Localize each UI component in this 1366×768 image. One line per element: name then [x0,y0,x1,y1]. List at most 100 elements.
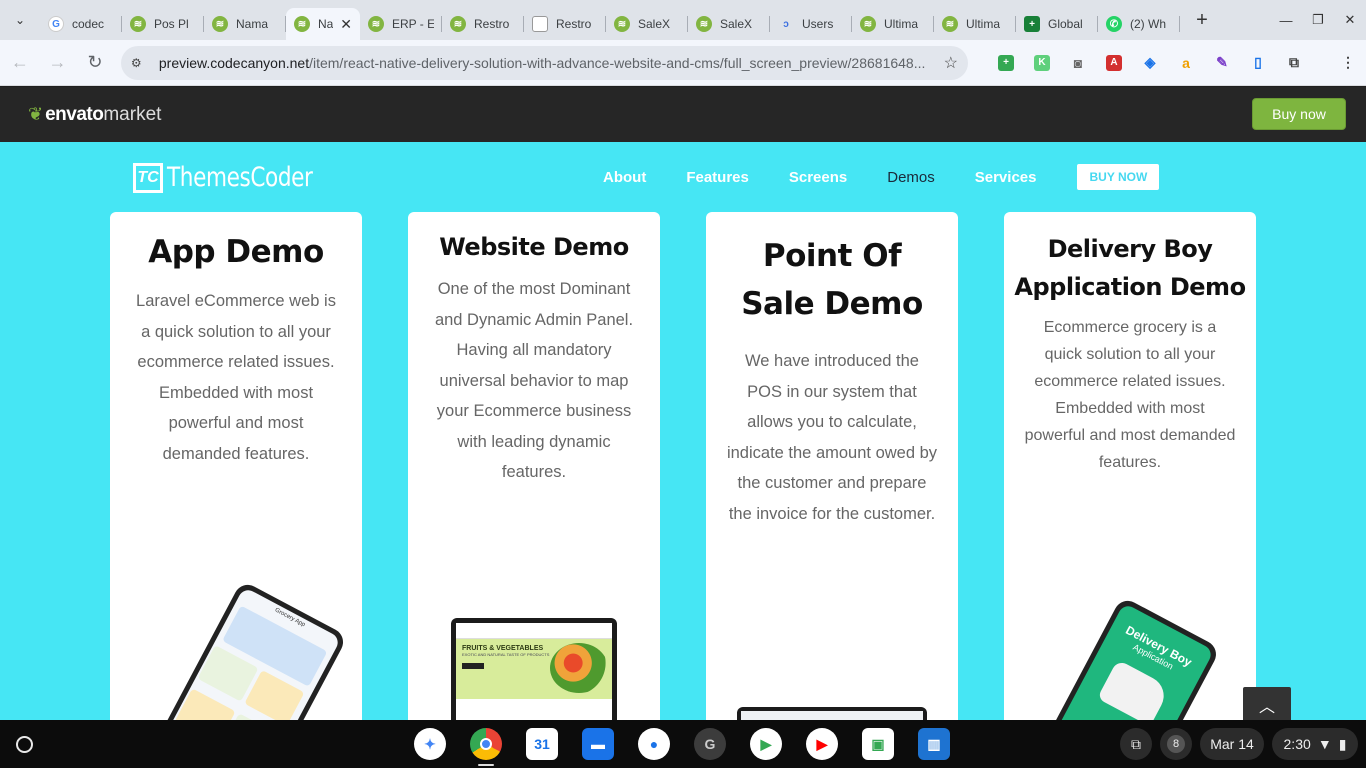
vegetables-image [550,643,608,693]
amazon-icon[interactable]: a [1168,48,1204,78]
date-display[interactable]: Mar 14 [1200,728,1264,760]
tabs: Gcodec ≋ Pos Pl ≋ Nama ≋ Na ✕ ≋ ERP - E ≋ Restro Res… [40,0,1180,40]
envato-logo[interactable]: ❦ envato market [28,104,161,126]
browser-tab[interactable]: ↄ Users [770,8,852,40]
card-title: Website Demo [439,233,629,261]
tab-title: Nama [236,17,269,31]
play-store-icon[interactable]: ▶ [750,728,782,760]
themescoder-mark-icon: TC [133,162,163,193]
url-path: /item/react-native-delivery-solution-wit… [309,54,926,71]
notification-badge[interactable]: 8 [1160,728,1192,760]
browser-tab[interactable]: ≋ SaleX [606,8,688,40]
scooter-image [1097,659,1171,720]
menu-screens[interactable]: Screens [789,169,847,186]
browser-tab[interactable]: Gcodec [40,8,122,40]
time-display: 2:30 [1283,736,1311,752]
tab-strip: ⌄ Gcodec ≋ Pos Pl ≋ Nama ≋ Na ✕ ≋ ERP - E ≋ Restro R… [0,0,1366,40]
clipboard-icon[interactable]: ▯ [1240,48,1276,78]
browser-tab[interactable]: ≋ ERP - E [360,8,442,40]
menu-features[interactable]: Features [686,169,749,186]
status-tray: ⧉ 8 Mar 14 2:30 ▼ ▮ [1120,728,1366,760]
preview-site: TC ThemesCoder About Features Screens De… [0,142,1366,720]
card-text: Laravel eCommerce web is a quick solutio… [136,292,336,463]
browser-tab[interactable]: ≋ Pos Pl [122,8,204,40]
tab-search-icon[interactable]: ⌄ [0,0,40,40]
maximize-icon[interactable]: ❐ [1302,0,1334,40]
launcher-button[interactable] [10,730,38,758]
minimize-icon[interactable]: — [1270,0,1302,40]
themescoder-logo[interactable]: TC ThemesCoder [133,162,349,193]
menu-services[interactable]: Services [975,169,1037,186]
tab-title: Ultima [884,17,919,31]
pen-icon[interactable]: ✎ [1204,48,1240,78]
url-text[interactable]: preview.codecanyon.net/item/react-native… [159,55,936,71]
tab-title: SaleX [638,17,671,31]
wifi-icon: ▼ [1317,736,1332,752]
shelf-apps: ✦ 31 ▬ ● G ▶ ▶ ▣ ▥ [414,728,974,766]
tab-title: Pos Pl [154,17,189,31]
meet-icon[interactable]: ▣ [862,728,894,760]
bookmark-star-icon[interactable]: ☆ [944,53,958,73]
tab-title: (2) Wh [1130,17,1166,31]
envato-favicon-icon: ≋ [696,16,712,32]
pos-laptop-image [737,707,927,720]
address-bar[interactable]: ⚙ preview.codecanyon.net/item/react-nati… [120,45,969,80]
envato-favicon-icon: ≋ [368,16,384,32]
gemini-icon[interactable]: ✦ [414,728,446,760]
browser-tab[interactable]: ≋ SaleX [688,8,770,40]
youtube-icon[interactable]: ▶ [806,728,838,760]
battery-icon: ▮ [1338,735,1347,752]
tab-title: Global [1048,17,1083,31]
tab-title: Restro [474,17,510,31]
browser-tab[interactable]: Restro [524,8,606,40]
envato-favicon-icon: ≋ [614,16,630,32]
card-title: Delivery Boy Application Demo [1014,235,1246,301]
tag-icon[interactable]: ◈ [1132,48,1168,78]
browser-tab[interactable]: + Global [1016,8,1098,40]
tab-title: Users [802,17,834,31]
camera-icon[interactable]: ◙ [1060,48,1096,78]
envato-leaf-icon: ❦ [28,104,44,124]
envato-buy-now-button[interactable]: Buy now [1252,98,1346,130]
os-shelf: ✦ 31 ▬ ● G ▶ ▶ ▣ ▥ ⧉ 8 Mar 14 2:30 ▼ ▮ [0,720,1366,768]
generic-favicon-icon [532,16,548,32]
browser-tab[interactable]: ≋ Ultima [852,8,934,40]
site-info-icon[interactable]: ⚙ [131,56,151,70]
close-window-icon[interactable]: ✕ [1334,0,1366,40]
new-tab-button[interactable]: + [1186,4,1218,36]
calendar-icon[interactable]: 31 [526,728,558,760]
site-buy-now-button[interactable]: BUY NOW [1077,164,1160,190]
messages-icon[interactable]: ● [638,728,670,760]
files-icon[interactable]: ▬ [582,728,614,760]
puzzle-icon[interactable]: ⧉ [1276,48,1312,78]
tab-close-icon[interactable]: ✕ [340,16,352,33]
whatsapp-favicon-icon: ✆ [1106,16,1122,32]
menu-about[interactable]: About [603,169,646,186]
tab-title: Ultima [966,17,1001,31]
browser-tab[interactable]: ≋ Ultima [934,8,1016,40]
notification-count: 8 [1167,735,1185,753]
back-button[interactable]: ← [2,45,38,81]
trello-icon[interactable]: ▥ [918,728,950,760]
envato-favicon-icon: ≋ [450,16,466,32]
card-pos-demo[interactable]: Point Of Sale Demo We have introduced th… [706,212,958,720]
browser-tab[interactable]: ≋ Nama [204,8,286,40]
browser-tab[interactable]: ≋ Restro [442,8,524,40]
reload-button[interactable]: ↻ [77,45,113,81]
browser-tab[interactable]: ≋ Na ✕ [286,8,360,40]
google-account-icon[interactable]: G [694,728,726,760]
extension-k-icon[interactable]: K [1024,48,1060,78]
menu-dots-icon[interactable]: ⋮ [1330,48,1366,78]
users-favicon-icon: ↄ [783,18,789,30]
pdf-icon[interactable]: A [1096,48,1132,78]
browser-tab[interactable]: ✆ (2) Wh [1098,8,1180,40]
system-tray[interactable]: 2:30 ▼ ▮ [1272,728,1358,760]
extension-icon[interactable]: + [988,48,1024,78]
envato-logo-main: envato [45,103,104,125]
screenshot-icon[interactable]: ⧉ [1120,728,1152,760]
chrome-icon[interactable] [470,728,502,766]
forward-button[interactable]: → [40,45,76,81]
menu-demos[interactable]: Demos [887,169,935,186]
card-title: Point Of Sale Demo [741,238,923,322]
scroll-to-top-button[interactable]: ︿ [1243,687,1291,720]
